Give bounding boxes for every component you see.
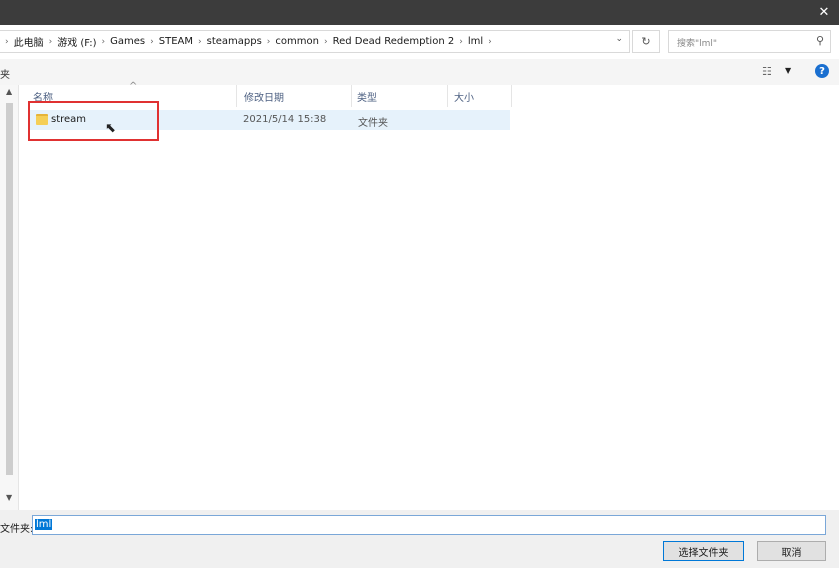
column-header-date[interactable]: 修改日期 [237, 85, 352, 107]
scroll-down-icon[interactable]: ▼ [6, 493, 12, 502]
breadcrumb-separator[interactable]: › [459, 37, 463, 47]
column-header-type[interactable]: 类型 [352, 85, 448, 107]
breadcrumb-separator[interactable]: › [198, 37, 202, 47]
title-bar: ✕ [0, 0, 839, 25]
close-button[interactable]: ✕ [809, 0, 839, 25]
nav-scrollbar-thumb[interactable] [6, 103, 13, 475]
refresh-icon[interactable]: ↻ [632, 30, 660, 53]
cancel-button[interactable]: 取消 [757, 541, 826, 561]
column-header-size[interactable]: 大小 [448, 85, 512, 107]
breadcrumb-separator[interactable]: › [267, 37, 271, 47]
file-modified: 2021/5/14 15:38 [243, 114, 327, 125]
dialog-footer: 文件夹: lml 选择文件夹 取消 [0, 510, 839, 568]
address-history-chevron-icon[interactable]: ⌄ [615, 34, 623, 44]
breadcrumb-separator[interactable]: › [49, 37, 53, 47]
breadcrumb-lml[interactable]: lml [468, 36, 483, 47]
annotation-highlight-box [28, 101, 159, 141]
filename-label: 文件夹: [0, 524, 34, 535]
mouse-cursor-icon: ⬉ [105, 121, 116, 136]
new-folder-button[interactable]: 夹 [0, 66, 10, 81]
navigation-pane: ▲ ▼ [0, 85, 19, 510]
breadcrumb-separator[interactable]: › [102, 37, 106, 47]
breadcrumb-rdr2[interactable]: Red Dead Redemption 2 [333, 36, 455, 47]
breadcrumb-steam[interactable]: STEAM [159, 36, 193, 47]
breadcrumb-games[interactable]: Games [110, 36, 145, 47]
breadcrumb-separator[interactable]: › [324, 37, 328, 47]
address-bar[interactable]: › 此电脑 › 游戏 (F:) › Games › STEAM › steama… [0, 30, 630, 53]
breadcrumb-steamapps[interactable]: steamapps [207, 36, 262, 47]
select-folder-button[interactable]: 选择文件夹 [663, 541, 744, 561]
breadcrumb-separator[interactable]: › [488, 37, 492, 47]
view-dropdown-icon[interactable]: ▼ [785, 66, 791, 75]
folder-name-value[interactable]: lml [35, 519, 53, 530]
help-icon[interactable]: ? [815, 64, 829, 78]
folder-name-input[interactable] [32, 515, 826, 535]
breadcrumb-separator[interactable]: › [5, 37, 9, 47]
breadcrumb-drive-f[interactable]: 游戏 (F:) [57, 34, 96, 49]
file-type: 文件夹 [358, 118, 388, 129]
file-list: ^ 名称 修改日期 类型 大小 stream 2021/5/14 15:38 文… [19, 81, 839, 510]
breadcrumb: › 此电脑 › 游戏 (F:) › Games › STEAM › steama… [0, 31, 497, 52]
address-bar-area: › 此电脑 › 游戏 (F:) › Games › STEAM › steama… [0, 25, 839, 59]
view-options-icon[interactable]: ☷ [762, 65, 772, 78]
scroll-up-icon[interactable]: ▲ [6, 87, 12, 96]
toolbar: 夹 ☷ ▼ ? [0, 59, 839, 85]
breadcrumb-common[interactable]: common [275, 36, 319, 47]
search-placeholder: 搜索"lml" [677, 39, 718, 49]
search-input[interactable]: 搜索"lml" ⚲ [668, 30, 831, 53]
search-icon[interactable]: ⚲ [816, 34, 824, 47]
breadcrumb-separator[interactable]: › [150, 37, 154, 47]
breadcrumb-this-pc[interactable]: 此电脑 [14, 34, 44, 49]
